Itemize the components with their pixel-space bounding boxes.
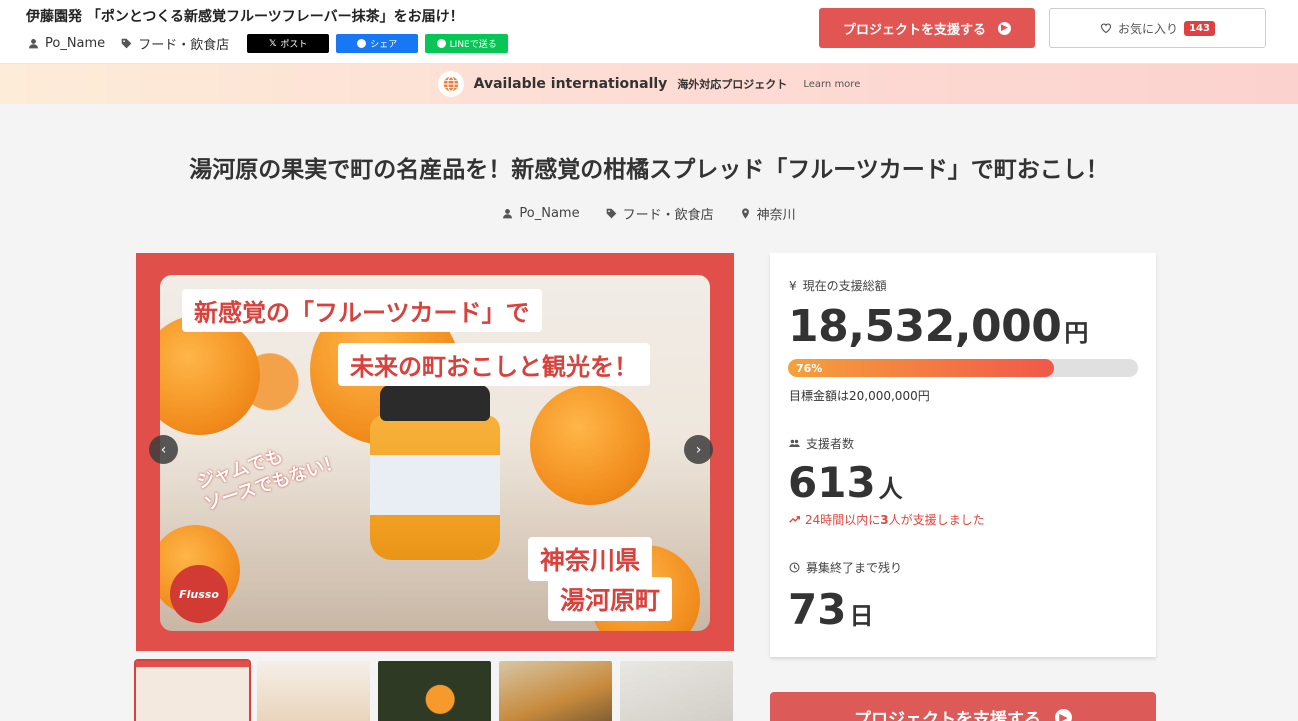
hero-image: 新感覚の「フルーツカード」で 未来の町おこしと観光を！ ジャムでも ソースでもな…	[136, 253, 734, 651]
support-main-label: プロジェクトを支援する	[854, 709, 1041, 721]
funding-stats-card: ¥ 現在の支援総額 18,532,000 円 76% 目標金額は20,000,00…	[770, 253, 1156, 657]
tag-icon	[121, 38, 132, 49]
project-location-label: 神奈川	[756, 208, 796, 223]
hero-caption-2: 未来の町おこしと観光を！	[338, 343, 650, 386]
backers-label-text: 支援者数	[806, 437, 855, 451]
thumbnail-2[interactable]	[257, 661, 370, 721]
thumbnail-3[interactable]	[378, 661, 491, 721]
support-project-button[interactable]: プロジェクトを支援する ▶	[770, 692, 1156, 721]
backers-count: 613 人	[788, 458, 903, 507]
international-title: Available internationally	[473, 76, 668, 92]
x-logo-icon: 𝕏	[269, 38, 277, 49]
yen-icon: ¥	[789, 278, 797, 293]
user-icon	[503, 209, 513, 219]
project-category-label: フード・飲食店	[622, 208, 714, 223]
support-project-button-top[interactable]: プロジェクトを支援する ▶	[819, 8, 1035, 48]
backers-label: 支援者数	[789, 435, 854, 452]
progress-bar-fill: 76%	[788, 359, 1054, 377]
recent-suffix: 人が支援しました	[888, 513, 985, 527]
favorite-label: お気に入り	[1118, 21, 1179, 36]
users-icon	[789, 439, 800, 447]
project-owner-name: Po_Name	[519, 206, 580, 221]
share-facebook-button[interactable]: シェア	[336, 34, 419, 53]
project-owner[interactable]: Po_Name	[502, 204, 580, 223]
remaining-label-text: 募集終了まで残り	[806, 561, 903, 575]
favorite-count-badge: 143	[1184, 20, 1215, 36]
arrow-right-icon: ▶	[998, 21, 1011, 35]
project-category[interactable]: フード・飲食店	[606, 204, 714, 223]
line-icon	[436, 39, 446, 48]
carousel-next-button[interactable]: ›	[684, 435, 713, 464]
backers-count-value: 613	[788, 458, 876, 507]
heart-icon	[1100, 23, 1112, 34]
jar-illustration	[370, 385, 500, 560]
remaining-days: 73 日	[788, 585, 873, 634]
international-subtitle: 海外対応プロジェクト	[677, 78, 788, 91]
share-facebook-label: シェア	[370, 40, 398, 50]
total-amount-label: ¥ 現在の支援総額	[789, 277, 887, 294]
project-meta: Po_Name フード・飲食店 神奈川	[0, 204, 1298, 223]
facebook-icon	[357, 39, 367, 48]
thumbnail-strip	[134, 659, 733, 721]
brand-logo: Flusso	[170, 565, 228, 623]
total-amount-label-text: 現在の支援総額	[802, 279, 887, 293]
days-unit: 日	[849, 602, 874, 630]
learn-more-link[interactable]: Learn more	[803, 79, 860, 90]
progress-bar: 76%	[788, 359, 1138, 377]
arrow-right-icon: ▶	[1055, 708, 1072, 721]
header-owner[interactable]: Po_Name	[28, 36, 105, 51]
header-project-title[interactable]: 伊藤園発 「ポンとつくる新感覚フルーツフレーバー抹茶」をお届け！	[26, 6, 464, 26]
progress-label: 76%	[796, 361, 823, 375]
header-category-label: フード・飲食店	[138, 38, 230, 53]
goal-amount: 目標金額は20,000,000円	[789, 389, 930, 403]
location-pin-icon	[741, 208, 749, 219]
share-line-label: LINEで送る	[449, 40, 497, 50]
recent-backers: 24時間以内に3人が支援しました	[789, 511, 985, 528]
thumbnail-1[interactable]	[134, 659, 251, 721]
hero-diagonal-caption: ジャムでも ソースでもない！	[195, 429, 345, 516]
hero-caption-1: 新感覚の「フルーツカード」で	[182, 289, 542, 332]
favorite-button[interactable]: お気に入り 143	[1049, 8, 1266, 48]
hero-place-2: 湯河原町	[548, 577, 673, 621]
clock-icon	[789, 562, 800, 573]
remaining-days-value: 73	[788, 585, 847, 634]
total-amount-unit: 円	[1064, 319, 1088, 347]
backers-unit: 人	[878, 475, 903, 503]
user-icon	[29, 39, 38, 49]
project-location[interactable]: 神奈川	[740, 204, 796, 223]
header-category[interactable]: フード・飲食店	[121, 34, 229, 53]
support-button-label: プロジェクトを支援する	[842, 22, 986, 38]
share-x-label: ポスト	[280, 40, 308, 50]
share-line-button[interactable]: LINEで送る	[425, 34, 509, 53]
header-meta: Po_Name フード・飲食店 𝕏 ポスト シェア LINEで送る	[28, 34, 509, 53]
international-banner: Available internationally 海外対応プロジェクト Lea…	[0, 64, 1298, 104]
hero-place-1: 神奈川県	[528, 537, 653, 581]
thumbnail-5[interactable]	[620, 661, 733, 721]
recent-count: 3	[880, 513, 889, 527]
carousel-prev-button[interactable]: ‹	[149, 435, 178, 464]
total-amount: 18,532,000 円	[788, 301, 1088, 352]
project-title: 湯河原の果実で町の名産品を！新感覚の柑橘スプレッド「フルーツカード」で町おこし！	[189, 157, 1109, 183]
share-buttons: 𝕏 ポスト シェア LINEで送る	[247, 34, 509, 53]
share-x-button[interactable]: 𝕏 ポスト	[247, 34, 330, 53]
total-amount-value: 18,532,000	[788, 301, 1062, 352]
tag-icon	[606, 208, 616, 219]
trending-up-icon	[789, 516, 800, 523]
recent-prefix: 24時間以内に	[805, 513, 881, 527]
header-owner-name: Po_Name	[45, 36, 106, 51]
remaining-label: 募集終了まで残り	[789, 559, 902, 576]
globe-icon	[437, 71, 464, 97]
sticky-header: 伊藤園発 「ポンとつくる新感覚フルーツフレーバー抹茶」をお届け！ Po_Name…	[0, 0, 1298, 64]
thumbnail-4[interactable]	[499, 661, 612, 721]
hero-photo: 新感覚の「フルーツカード」で 未来の町おこしと観光を！ ジャムでも ソースでもな…	[160, 275, 710, 631]
